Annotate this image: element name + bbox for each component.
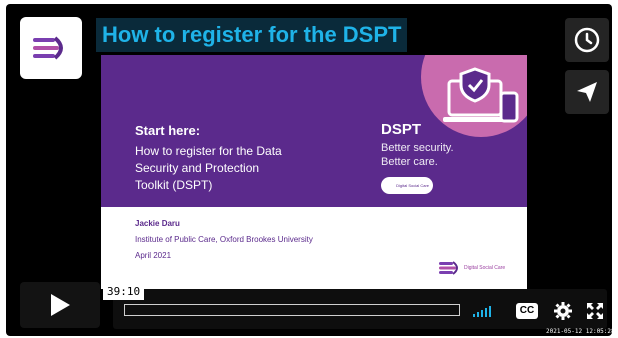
video-frame-slide: Start here: How to register for the Data… [101,55,527,289]
share-button[interactable] [565,70,609,114]
volume-bar [481,310,483,317]
play-icon [51,294,70,316]
fullscreen-icon [587,303,603,319]
dspt-tagline: Better security. Better care. [381,141,454,169]
subtitle-line: Security and Protection [135,161,260,175]
footer-logo: Digital Social Care [439,261,505,275]
paper-plane-icon [577,82,597,102]
channel-avatar[interactable] [20,17,82,79]
tagline-line: Better security. [381,142,454,154]
digital-social-care-logo-icon [29,26,73,70]
timecode-tooltip: 39:10 [103,283,145,300]
volume-bar [477,312,479,317]
digital-social-care-pill-logo: Digital Social Care [381,177,433,194]
closed-captions-button[interactable]: CC [516,303,538,319]
subtitle-line: Toolkit (DSPT) [135,178,213,192]
play-button[interactable] [20,282,100,328]
presenter-organization: Institute of Public Care, Oxford Brookes… [135,235,313,244]
slide-date: April 2021 [135,251,172,260]
digital-social-care-mark-icon [439,261,458,275]
gear-icon [554,302,572,320]
progress-bar[interactable] [124,304,460,316]
pill-logo-text: Digital Social Care [396,183,429,188]
laptop-shield-icon [443,67,519,123]
footer-logo-text: Digital Social Care [464,265,506,271]
slide-heading: Start here: [135,123,201,138]
presenter-name: Jackie Daru [135,219,180,228]
recording-timestamp: 2021-05-12 12:05:28 [546,328,615,335]
volume-bars-icon[interactable] [473,305,491,317]
fullscreen-button[interactable] [585,301,605,326]
volume-bar [489,306,491,317]
volume-bar [485,308,487,317]
volume-bar [473,314,475,317]
dspt-title: DSPT [381,121,422,138]
subtitle-line: How to register for the Data [135,144,282,158]
slide-subtitle: How to register for the Data Security an… [135,143,355,194]
settings-button[interactable] [553,301,573,326]
video-title[interactable]: How to register for the DSPT [96,18,408,52]
clock-icon [574,27,600,53]
watch-later-button[interactable] [565,18,609,62]
tagline-line: Better care. [381,156,438,168]
